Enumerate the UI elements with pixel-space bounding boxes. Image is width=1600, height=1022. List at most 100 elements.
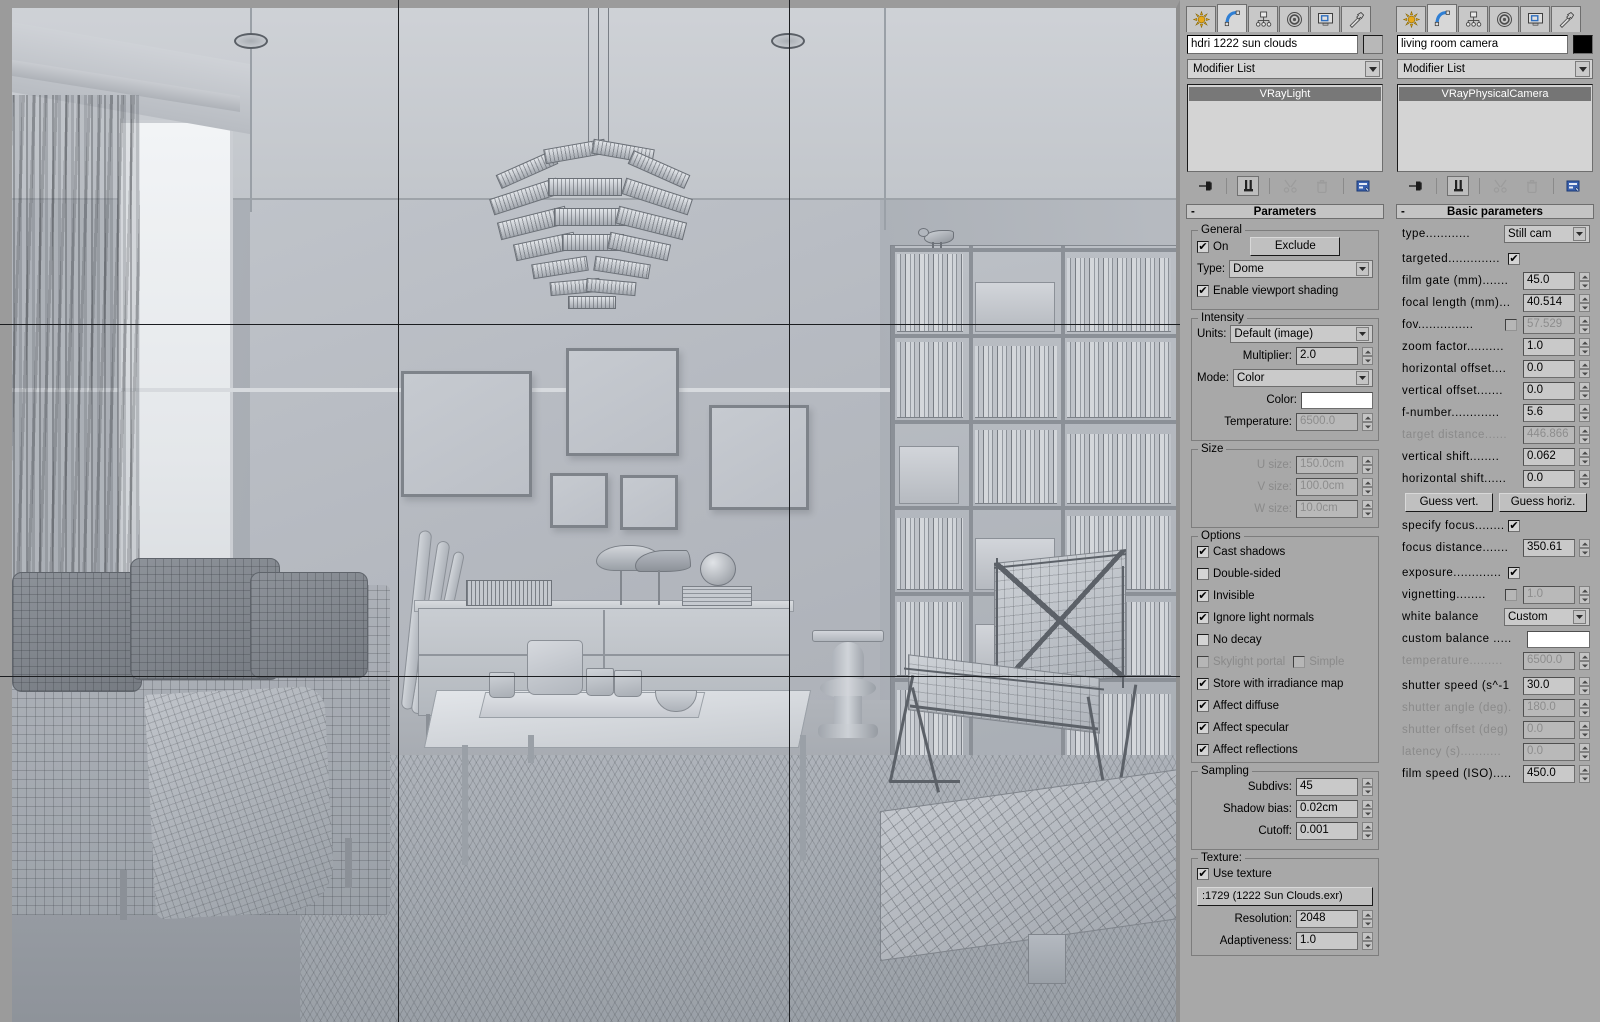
tab-create[interactable] [1396, 6, 1426, 32]
horizontal-shift-spinner[interactable] [1579, 470, 1590, 488]
chevron-down-icon[interactable] [1356, 371, 1369, 385]
light-stack-toolbar[interactable] [1180, 172, 1390, 198]
w-size-field[interactable]: 10.0cm [1296, 500, 1358, 518]
use-texture-checkbox[interactable] [1197, 868, 1209, 880]
target-distance-field[interactable]: 446.866 [1523, 426, 1575, 444]
camera-panel-tabbar[interactable] [1390, 0, 1600, 32]
targeted-checkbox[interactable] [1508, 253, 1520, 265]
white-balance-combo[interactable]: Custom [1504, 608, 1590, 626]
no-decay-checkbox[interactable] [1197, 634, 1209, 646]
on-checkbox[interactable] [1197, 241, 1209, 253]
exposure-checkbox[interactable] [1508, 567, 1520, 579]
tab-hierarchy[interactable] [1458, 6, 1488, 32]
tab-display[interactable] [1520, 6, 1550, 32]
shutter-offset-spinner[interactable] [1579, 721, 1590, 739]
u-size-spinner[interactable] [1362, 456, 1373, 474]
tab-create[interactable] [1186, 6, 1216, 32]
camera-temperature-field[interactable]: 6500.0 [1523, 652, 1575, 670]
configure-sets-icon[interactable] [1563, 176, 1585, 196]
film-gate-field[interactable]: 45.0 [1523, 272, 1575, 290]
latency-field[interactable]: 0.0 [1523, 743, 1575, 761]
vertical-offset-spinner[interactable] [1579, 382, 1590, 400]
vignetting-checkbox[interactable] [1505, 589, 1517, 601]
target-distance-spinner[interactable] [1579, 426, 1590, 444]
chevron-down-icon[interactable] [1356, 262, 1369, 276]
guess-horiz-button[interactable]: Guess horiz. [1499, 493, 1587, 512]
affect-diffuse-checkbox[interactable] [1197, 700, 1209, 712]
camera-temperature-spinner[interactable] [1579, 652, 1590, 670]
ignore-light-normals-checkbox[interactable] [1197, 612, 1209, 624]
camera-color-swatch[interactable] [1573, 35, 1593, 54]
mode-combo[interactable]: Color [1233, 369, 1373, 387]
light-color-field[interactable] [1301, 392, 1373, 409]
film-gate-spinner[interactable] [1579, 272, 1590, 290]
tab-display[interactable] [1310, 6, 1340, 32]
store-with-irradiance-map-checkbox[interactable] [1197, 678, 1209, 690]
latency-spinner[interactable] [1579, 743, 1590, 761]
shutter-angle-spinner[interactable] [1579, 699, 1590, 717]
exclude-button[interactable]: Exclude [1250, 237, 1340, 256]
focus-distance-spinner[interactable] [1579, 539, 1590, 557]
custom-balance-swatch[interactable] [1527, 631, 1590, 648]
show-end-result-icon[interactable] [1447, 176, 1469, 196]
multiplier-spinner[interactable] [1362, 347, 1373, 365]
shutter-speed-field[interactable]: 30.0 [1523, 677, 1575, 695]
w-size-spinner[interactable] [1362, 500, 1373, 518]
light-modifier-list-combo[interactable]: Modifier List [1187, 59, 1383, 79]
vignetting-spinner[interactable] [1579, 586, 1590, 604]
vertical-offset-field[interactable]: 0.0 [1523, 382, 1575, 400]
chevron-down-icon[interactable] [1573, 610, 1586, 624]
multiplier-field[interactable]: 2.0 [1296, 347, 1358, 365]
make-unique-icon[interactable] [1489, 176, 1511, 196]
subdivs-field[interactable]: 45 [1296, 778, 1358, 796]
tab-modify[interactable] [1217, 4, 1247, 32]
temperature-field[interactable]: 6500.0 [1296, 413, 1358, 431]
tab-hierarchy[interactable] [1248, 6, 1278, 32]
affect-reflections-checkbox[interactable] [1197, 744, 1209, 756]
shutter-offset-field[interactable]: 0.0 [1523, 721, 1575, 739]
guess-vert-button[interactable]: Guess vert. [1405, 493, 1493, 512]
remove-modifier-icon[interactable] [1311, 176, 1333, 196]
rollout-collapse-glyph[interactable]: - [1191, 206, 1195, 218]
light-name-input[interactable]: hdri 1222 sun clouds [1187, 35, 1358, 54]
adaptiveness-field[interactable]: 1.0 [1296, 932, 1358, 950]
parameters-rollout-header[interactable]: - Parameters [1186, 204, 1384, 219]
camera-modifier-stack[interactable]: VRayPhysicalCamera [1397, 84, 1593, 172]
fov-spinner[interactable] [1579, 316, 1590, 334]
shadow-bias-field[interactable]: 0.02cm [1296, 800, 1358, 818]
f-number-spinner[interactable] [1579, 404, 1590, 422]
focus-distance-field[interactable]: 350.61 [1523, 539, 1575, 557]
show-end-result-icon[interactable] [1237, 176, 1259, 196]
units-combo[interactable]: Default (image) [1230, 325, 1373, 343]
texture-map-button[interactable]: :1729 (1222 Sun Clouds.exr) [1197, 887, 1373, 906]
resolution-spinner[interactable] [1362, 910, 1373, 928]
temperature-spinner[interactable] [1362, 413, 1373, 431]
horizontal-offset-field[interactable]: 0.0 [1523, 360, 1575, 378]
vignetting-field[interactable]: 1.0 [1523, 586, 1575, 604]
camera-stack-toolbar[interactable] [1390, 172, 1600, 198]
cutoff-spinner[interactable] [1362, 822, 1373, 840]
film-speed-field[interactable]: 450.0 [1523, 765, 1575, 783]
cutoff-field[interactable]: 0.001 [1296, 822, 1358, 840]
shutter-angle-field[interactable]: 180.0 [1523, 699, 1575, 717]
fov-field[interactable]: 57.529 [1523, 316, 1575, 334]
tab-modify[interactable] [1427, 4, 1457, 32]
light-color-swatch[interactable] [1363, 35, 1383, 54]
vertical-shift-field[interactable]: 0.062 [1523, 448, 1575, 466]
affect-specular-checkbox[interactable] [1197, 722, 1209, 734]
tab-motion[interactable] [1489, 6, 1519, 32]
film-speed-spinner[interactable] [1579, 765, 1590, 783]
make-unique-icon[interactable] [1279, 176, 1301, 196]
chevron-down-icon[interactable] [1356, 327, 1369, 341]
chevron-down-icon[interactable] [1575, 61, 1590, 77]
light-type-combo[interactable]: Dome [1229, 260, 1373, 278]
perspective-render-viewport[interactable] [0, 0, 1180, 1022]
remove-modifier-icon[interactable] [1521, 176, 1543, 196]
skylight-portal-checkbox[interactable] [1197, 656, 1209, 668]
double-sided-checkbox[interactable] [1197, 568, 1209, 580]
shadow-bias-spinner[interactable] [1362, 800, 1373, 818]
focal-length-field[interactable]: 40.514 [1523, 294, 1575, 312]
horizontal-shift-field[interactable]: 0.0 [1523, 470, 1575, 488]
invisible-checkbox[interactable] [1197, 590, 1209, 602]
focal-length-spinner[interactable] [1579, 294, 1590, 312]
